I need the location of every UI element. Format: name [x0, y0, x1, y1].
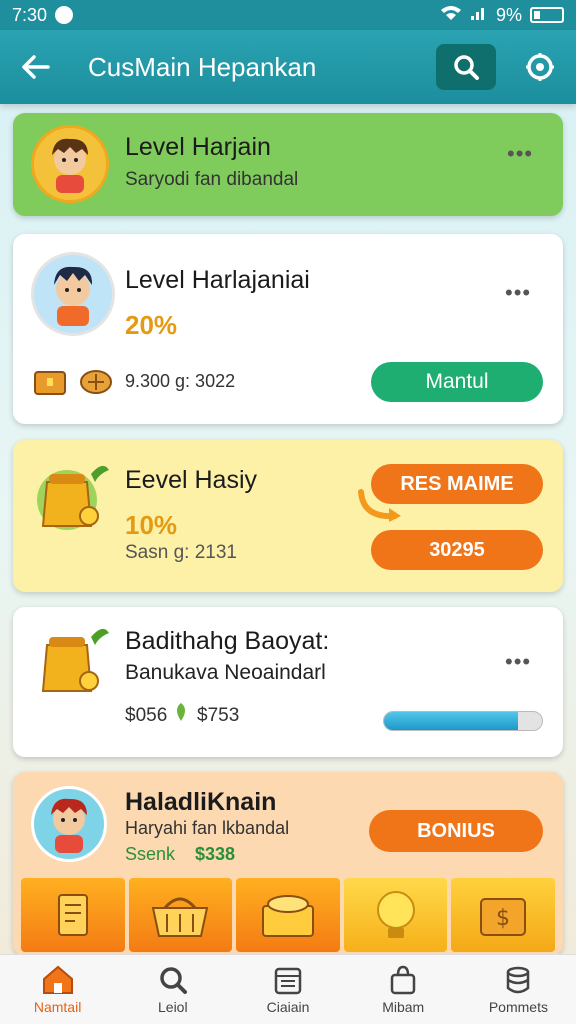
more-options-icon[interactable]: ••• [505, 280, 531, 306]
stat-right: $753 [197, 705, 240, 726]
boy-character-icon [51, 798, 87, 853]
resume-button[interactable]: RES MAIME [371, 464, 543, 504]
card-stats: Sasn g: 2131 [125, 542, 237, 563]
search-icon [454, 55, 479, 80]
reward-tile[interactable] [21, 878, 125, 952]
level-card-1[interactable]: Level Harjain Saryodi fan dibandal ••• [13, 113, 563, 216]
leaf-icon [171, 701, 191, 728]
search-button[interactable] [436, 44, 496, 90]
more-options-icon[interactable]: ••• [505, 649, 531, 675]
card-subtitle: Banukava Neoaindarl [125, 661, 326, 684]
more-options-icon[interactable]: ••• [507, 141, 533, 167]
reward-tile[interactable] [128, 878, 233, 952]
reward-tile[interactable]: $ [451, 878, 555, 952]
card-subtitle: Saryodi fan dibandal [125, 169, 299, 190]
scroll-icon [57, 894, 88, 936]
calendar-icon [274, 967, 302, 994]
svg-text:$: $ [496, 906, 510, 931]
honey-pot-icon [29, 621, 113, 706]
nav-label: Namtail [33, 998, 82, 1015]
bag-icon [390, 965, 416, 994]
arrow-left-icon [22, 55, 50, 79]
gear-icon [526, 53, 554, 81]
wifi-icon [440, 5, 462, 26]
signal-icon [470, 5, 488, 26]
back-button[interactable] [14, 45, 58, 89]
page-title: CusMain Hepankan [88, 51, 317, 82]
lightbulb-icon [376, 891, 415, 938]
avatar [31, 786, 107, 862]
nav-item-shop[interactable]: Mibam [346, 955, 461, 1024]
reward-tile[interactable] [236, 878, 340, 952]
reward-tiles: $ [21, 878, 555, 952]
battery-percent: 9% [495, 4, 522, 25]
nav-label: Mibam [382, 998, 425, 1015]
card-title: Level Harjain [125, 133, 271, 161]
level-card-3[interactable]: Eevel Hasiy 10% Sasn g: 2131 RES MAIME 3… [13, 440, 563, 592]
level-card-4[interactable]: Badithahg Baoyat: Banukava Neoaindarl ••… [13, 607, 563, 757]
coins-icon [507, 966, 530, 993]
chest-icon [33, 368, 67, 401]
progress-fill [384, 712, 519, 730]
card-subtitle: Haryahi fan lkbandal [125, 818, 290, 838]
battery-icon [530, 7, 564, 23]
boy-character-icon [54, 266, 93, 326]
search-icon [160, 966, 187, 994]
bonus-button[interactable]: BONIUS [369, 810, 543, 852]
nav-item-home[interactable]: Namtail [0, 955, 115, 1024]
nav-label: Leiol [158, 998, 188, 1015]
progress-bar [383, 711, 543, 731]
stat-left: Ssenk [125, 844, 176, 864]
status-time: 7:30 [12, 4, 48, 25]
home-icon [42, 965, 73, 994]
money-chest-icon: $ [480, 898, 527, 936]
treasure-box-icon [261, 895, 314, 937]
status-bar: 7:30 9% [0, 0, 576, 30]
bonus-card[interactable]: HaladliKnain Haryahi fan lkbandal Ssenk … [13, 772, 563, 956]
nav-item-calendar[interactable]: Ciaiain [230, 955, 345, 1024]
nav-item-search[interactable]: Leiol [115, 955, 230, 1024]
bottom-nav: Namtail Leiol Ciaiain Mibam Pommets [0, 954, 576, 1024]
stat-left: $056 [125, 705, 168, 726]
notification-icon [55, 6, 74, 24]
action-button[interactable]: Mantul [371, 362, 543, 402]
card-stats: 9.300 g: 3022 [125, 371, 236, 391]
card-title: Eevel Hasiy [125, 466, 257, 494]
card-title: HaladliKnain [125, 788, 277, 816]
boy-character-icon [52, 138, 88, 193]
coin-icon [79, 368, 113, 401]
nav-label: Ciaiain [266, 998, 310, 1015]
app-bar: CusMain Hepankan [0, 30, 576, 104]
settings-button[interactable] [518, 45, 562, 89]
card-title: Badithahg Baoyat: [125, 627, 330, 655]
progress-percent: 10% [125, 510, 178, 540]
honey-pot-icon [29, 456, 113, 541]
card-title: Level Harlajaniai [125, 266, 310, 294]
avatar [31, 125, 109, 203]
level-card-2[interactable]: Level Harlajaniai 20% ••• 9.300 g: 3022 … [13, 234, 563, 424]
reward-tile[interactable] [343, 878, 448, 952]
basket-icon [152, 897, 209, 937]
nav-item-points[interactable]: Pommets [461, 955, 576, 1024]
avatar [31, 252, 115, 336]
stat-right: $338 [195, 844, 236, 864]
progress-percent: 20% [125, 310, 178, 340]
score-button[interactable]: 30295 [371, 530, 543, 570]
nav-label: Pommets [488, 998, 548, 1015]
